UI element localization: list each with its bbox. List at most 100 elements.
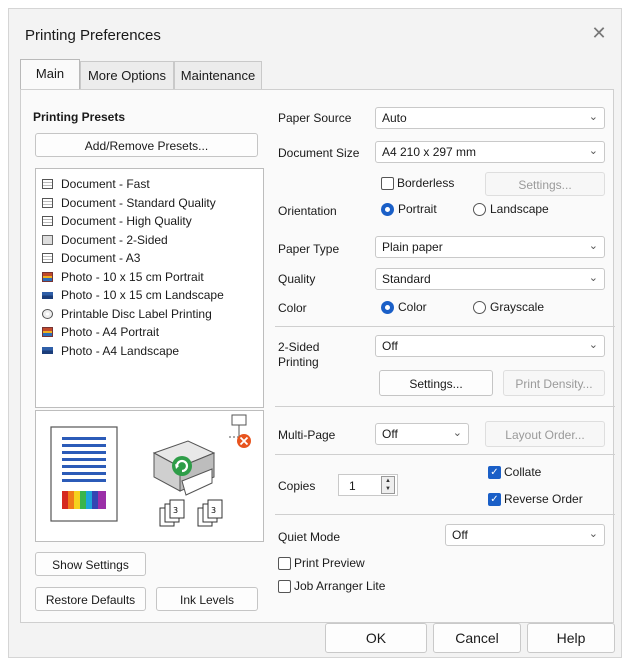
ink-levels-button[interactable]: Ink Levels	[156, 587, 258, 611]
borderless-label: Borderless	[397, 176, 455, 190]
borderless-checkbox[interactable]: Borderless	[381, 176, 454, 190]
paper-source-label: Paper Source	[278, 111, 352, 125]
presets-list[interactable]: Document - Fast Document - Standard Qual…	[35, 168, 264, 408]
preset-item[interactable]: Document - 2-Sided	[36, 231, 263, 250]
checkbox-box	[278, 579, 291, 593]
preset-label: Document - Fast	[61, 177, 150, 192]
orientation-label: Orientation	[278, 204, 337, 218]
document-size-select[interactable]: A4 210 x 297 mm ⌄	[375, 141, 605, 163]
reverse-order-checkbox[interactable]: ✓ Reverse Order	[488, 492, 583, 506]
paper-source-value: Auto	[382, 111, 407, 125]
restore-defaults-button[interactable]: Restore Defaults	[35, 587, 146, 611]
borderless-settings-button[interactable]: Settings...	[485, 172, 605, 196]
document-icon	[42, 179, 53, 190]
grayscale-radio[interactable]: Grayscale	[473, 300, 544, 314]
multi-page-select[interactable]: Off ⌄	[375, 423, 469, 445]
color-radio[interactable]: Color	[381, 300, 427, 314]
printing-presets-heading: Printing Presets	[33, 110, 126, 124]
tab-main[interactable]: Main	[20, 59, 80, 89]
help-button[interactable]: Help	[527, 623, 615, 653]
checkbox-box	[381, 176, 394, 190]
print-preview-checkbox[interactable]: Print Preview	[278, 556, 365, 570]
preset-label: Document - Standard Quality	[61, 195, 216, 210]
print-preview-panel: 3 3	[35, 410, 264, 542]
preset-item[interactable]: Document - Standard Quality	[36, 194, 263, 213]
copies-value: 1	[349, 479, 356, 493]
close-icon[interactable]: ✕	[587, 21, 611, 45]
multi-page-value: Off	[382, 427, 398, 441]
preset-label: Document - High Quality	[61, 214, 192, 229]
quality-select[interactable]: Standard ⌄	[375, 268, 605, 290]
document-size-value: A4 210 x 297 mm	[382, 145, 477, 159]
portrait-label: Portrait	[398, 202, 437, 216]
document-icon	[42, 216, 53, 227]
chevron-down-icon: ⌄	[588, 145, 598, 157]
two-sided-settings-button[interactable]: Settings...	[379, 370, 493, 396]
photo-portrait-icon	[42, 327, 53, 338]
main-tab-panel: Printing Presets Add/Remove Presets... D…	[20, 89, 615, 623]
preset-item[interactable]: Photo - A4 Portrait	[36, 323, 263, 342]
landscape-radio[interactable]: Landscape	[473, 202, 549, 216]
grayscale-label: Grayscale	[490, 300, 545, 314]
photo-portrait-icon	[42, 271, 53, 282]
collate-checkbox[interactable]: ✓ Collate	[488, 465, 541, 479]
preset-label: Photo - A4 Landscape	[61, 343, 180, 358]
preset-item[interactable]: Photo - 10 x 15 cm Landscape	[36, 286, 263, 305]
paper-type-value: Plain paper	[382, 240, 443, 254]
preset-item[interactable]: Photo - 10 x 15 cm Portrait	[36, 268, 263, 287]
chevron-down-icon: ⌄	[588, 240, 598, 252]
divider	[275, 514, 615, 515]
quality-label: Quality	[278, 272, 316, 286]
document-icon	[42, 197, 53, 208]
paper-type-label: Paper Type	[278, 242, 340, 256]
stepper-arrows-icon[interactable]: ▲ ▼	[381, 476, 395, 494]
color-option-label: Color	[398, 300, 427, 314]
preset-label: Photo - A4 Portrait	[61, 325, 160, 340]
preset-item[interactable]: Document - A3	[36, 249, 263, 268]
tab-maintenance[interactable]: Maintenance	[174, 61, 262, 89]
cancel-button[interactable]: Cancel	[433, 623, 521, 653]
quiet-mode-label: Quiet Mode	[278, 530, 341, 544]
print-density-button[interactable]: Print Density...	[503, 370, 605, 396]
ok-button[interactable]: OK	[325, 623, 427, 653]
paper-type-select[interactable]: Plain paper ⌄	[375, 236, 605, 258]
preset-item[interactable]: Document - High Quality	[36, 212, 263, 231]
add-remove-presets-button[interactable]: Add/Remove Presets...	[35, 133, 258, 157]
tab-more-options[interactable]: More Options	[80, 61, 174, 89]
svg-text:3: 3	[173, 506, 178, 515]
photo-landscape-icon	[42, 347, 53, 355]
divider	[275, 326, 615, 327]
two-sided-value: Off	[382, 339, 398, 353]
preset-label: Photo - 10 x 15 cm Portrait	[61, 269, 204, 284]
divider	[275, 454, 615, 455]
chevron-down-icon: ⌄	[452, 427, 462, 439]
paper-source-select[interactable]: Auto ⌄	[375, 107, 605, 129]
two-sided-document-icon	[42, 234, 53, 245]
preset-item[interactable]: Photo - A4 Landscape	[36, 342, 263, 361]
printing-preferences-dialog: Printing Preferences ✕ Main More Options…	[8, 8, 622, 658]
print-preview-label: Print Preview	[294, 556, 365, 570]
preset-label: Document - 2-Sided	[61, 232, 168, 247]
show-settings-button[interactable]: Show Settings	[35, 552, 146, 576]
copies-stepper[interactable]: 1 ▲ ▼	[338, 474, 398, 496]
document-icon	[42, 253, 53, 264]
chevron-down-icon: ⌄	[588, 111, 598, 123]
portrait-radio[interactable]: Portrait	[381, 202, 437, 216]
quiet-mode-select[interactable]: Off ⌄	[445, 524, 605, 546]
quality-value: Standard	[382, 272, 431, 286]
checkbox-box: ✓	[488, 465, 501, 479]
radio-indicator	[473, 202, 486, 216]
preset-item[interactable]: Printable Disc Label Printing	[36, 305, 263, 324]
checkbox-box: ✓	[488, 492, 501, 506]
job-arranger-lite-checkbox[interactable]: Job Arranger Lite	[278, 579, 385, 593]
preset-item[interactable]: Document - Fast	[36, 175, 263, 194]
radio-indicator	[381, 300, 394, 314]
chevron-down-icon: ⌄	[588, 528, 598, 540]
two-sided-printing-select[interactable]: Off ⌄	[375, 335, 605, 357]
document-size-label: Document Size	[278, 146, 360, 160]
multi-page-label: Multi-Page	[278, 428, 336, 442]
layout-order-button[interactable]: Layout Order...	[485, 421, 605, 447]
svg-text:3: 3	[211, 506, 216, 515]
printer-icon	[152, 440, 216, 496]
preview-illustration: 3 3	[50, 414, 251, 527]
